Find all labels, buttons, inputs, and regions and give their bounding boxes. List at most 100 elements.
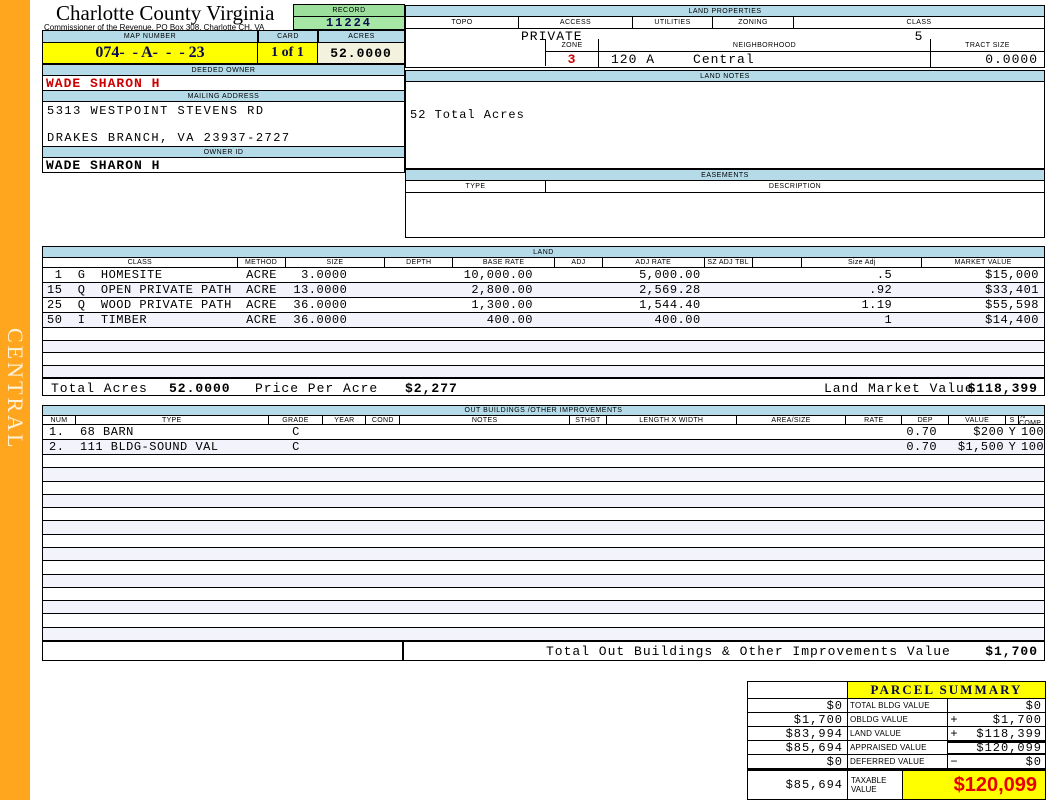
empty-row <box>43 627 1044 641</box>
land-properties-label: LAND PROPERTIES <box>405 5 1045 17</box>
empty-row <box>43 547 1044 562</box>
empty-row <box>43 561 1044 575</box>
land-size-adj: 1 <box>884 313 893 327</box>
record-value: 11224 <box>293 16 405 30</box>
ob-num: 2. <box>49 440 65 454</box>
land-properties-box: TOPO ACCESS UTILITIES ZONING CLASS PRIVA… <box>405 17 1045 68</box>
ob-type: 68 BARN <box>79 425 134 439</box>
land-size-adj: 1.19 <box>861 298 893 312</box>
neighborhood-code: 120 A <box>611 52 656 67</box>
ob-dep: 0.70 <box>906 440 938 454</box>
total-acres-label: Total Acres <box>51 381 148 396</box>
ob-col-sthgt: STHGT <box>570 416 607 424</box>
ob-type: 111 BLDG-SOUND VAL <box>79 440 219 454</box>
empty-row <box>43 574 1044 588</box>
empty-row <box>43 508 1044 522</box>
owner-id-value: WADE SHARON H <box>42 158 405 173</box>
ob-col-num: NUM <box>43 416 76 424</box>
land-col-depth: DEPTH <box>385 258 454 267</box>
price-per-acre-label: Price Per Acre <box>255 381 379 396</box>
land-market-value-total: $118,399 <box>967 381 1038 396</box>
ps-label: LAND VALUE <box>848 727 948 741</box>
ps-sign: + <box>948 713 961 727</box>
ob-s: Y <box>1008 425 1017 439</box>
land-table-row: 50 I TIMBER ACRE 36.0000 400.00 400.00 1… <box>43 313 1044 328</box>
empty-row <box>43 534 1044 548</box>
ps-sign <box>948 699 961 713</box>
ps-left-value: $0 <box>748 755 848 769</box>
land-notes-label: LAND NOTES <box>405 70 1045 82</box>
land-market-value: $55,598 <box>985 298 1039 312</box>
zoning-column-label: ZONING <box>713 17 794 28</box>
land-col-class: CLASS <box>43 258 238 267</box>
empty-row <box>43 614 1044 628</box>
ob-col-s: S <box>1006 416 1020 424</box>
ps-left-value: $1,700 <box>748 713 848 727</box>
mailing-address-box: 5313 WESTPOINT STEVENS RD DRAKES BRANCH,… <box>42 102 405 146</box>
land-size-adj: .92 <box>869 283 893 297</box>
land-col-method: METHOD <box>238 258 286 267</box>
land-totals-row: Total Acres 52.0000 Price Per Acre $2,27… <box>42 378 1045 396</box>
empty-row <box>43 521 1044 535</box>
land-adj-rate: 2,569.28 <box>639 283 701 297</box>
taxable-label: TAXABLE VALUE <box>848 771 903 800</box>
parcel-summary-row: $85,694 APPRAISED VALUE $120,099 <box>748 741 1046 755</box>
ps-label: OBLDG VALUE <box>848 713 948 727</box>
empty-row <box>43 328 1044 341</box>
ob-col-year: YEAR <box>323 416 367 424</box>
ob-dep: 0.70 <box>906 425 938 439</box>
card-label: CARD <box>258 30 318 43</box>
parcel-summary-title: PARCEL SUMMARY <box>848 682 1046 699</box>
out-buildings-body: 1. 68 BARN C 0.70 $200 Y 100% 2. 111 BLD… <box>42 425 1045 641</box>
land-col-size: SIZE <box>286 258 386 267</box>
ps-value: $120,099 <box>961 741 1046 755</box>
ob-pct-comp: 100% <box>1021 440 1045 454</box>
ps-value: $0 <box>961 699 1046 713</box>
land-class: 25 Q WOOD PRIVATE PATH <box>47 298 232 312</box>
empty-row <box>43 481 1044 495</box>
ob-col-type: TYPE <box>76 416 269 424</box>
land-adj-rate: 400.00 <box>654 313 701 327</box>
land-table-row: 15 Q OPEN PRIVATE PATH ACRE 13.0000 2,80… <box>43 283 1044 298</box>
ob-value: $200 <box>973 425 1005 439</box>
ob-s: Y <box>1008 440 1017 454</box>
empty-row <box>43 353 1044 366</box>
ps-sign: − <box>948 755 961 769</box>
out-buildings-header-row: NUM TYPE GRADE YEAR COND NOTES STHGT LEN… <box>42 416 1045 425</box>
neighborhood-column-label: NEIGHBORHOOD <box>599 39 931 51</box>
ps-sign: + <box>948 727 961 741</box>
address-line-2: DRAKES BRANCH, VA 23937-2727 <box>47 131 291 145</box>
land-market-value: $14,400 <box>985 313 1039 327</box>
out-building-row: 1. 68 BARN C 0.70 $200 Y 100% <box>43 425 1044 440</box>
empty-row <box>43 340 1044 353</box>
land-header-row: CLASS METHOD SIZE DEPTH BASE RATE ADJ AD… <box>42 258 1045 268</box>
land-adj-rate: 1,544.40 <box>639 298 701 312</box>
empty-row <box>43 365 1044 378</box>
topo-column-label: TOPO <box>406 17 519 28</box>
property-record-card: CENTRAL Charlotte County Virginia Commis… <box>0 0 1050 800</box>
total-acres-value: 52.0000 <box>169 381 231 396</box>
ob-grade: C <box>292 440 300 454</box>
ps-sign <box>948 741 961 755</box>
ps-label: DEFERRED VALUE <box>848 755 948 769</box>
mailing-address-label: MAILING ADDRESS <box>42 90 405 102</box>
parcel-summary: PARCEL SUMMARY $0 TOTAL BLDG VALUE $0 $1… <box>747 681 1046 800</box>
land-base-rate: 1,300.00 <box>471 298 533 312</box>
card-value: 1 of 1 <box>258 43 318 64</box>
ps-value: $118,399 <box>961 727 1046 741</box>
easements-empty-box <box>405 193 1045 238</box>
acres-label: ACRES <box>318 30 405 43</box>
land-method: ACRE <box>246 298 277 312</box>
ps-label: TOTAL BLDG VALUE <box>848 699 948 713</box>
zone-value: 3 <box>546 52 599 67</box>
land-method: ACRE <box>246 313 277 327</box>
land-adj-rate: 5,000.00 <box>639 268 701 282</box>
owner-id-label: OWNER ID <box>42 146 405 158</box>
ob-col-dep: DEP <box>902 416 950 424</box>
parcel-summary-row: $83,994 LAND VALUE + $118,399 <box>748 727 1046 741</box>
land-table-row: 25 Q WOOD PRIVATE PATH ACRE 36.0000 1,30… <box>43 298 1044 313</box>
ob-pct-comp: 100% <box>1021 425 1045 439</box>
land-col-blank <box>753 258 803 267</box>
utilities-column-label: UTILITIES <box>633 17 713 28</box>
deeded-owner-label: DEEDED OWNER <box>42 64 405 76</box>
